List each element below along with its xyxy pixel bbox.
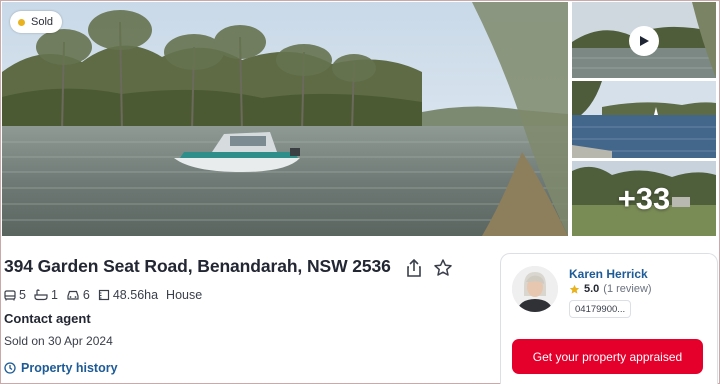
save-star-icon[interactable] bbox=[433, 258, 453, 278]
feature-land-size: 48.56ha bbox=[98, 288, 158, 302]
agent-rating: 5.0 (1 review) bbox=[569, 283, 652, 295]
gallery-thumbnail-video[interactable] bbox=[572, 2, 716, 78]
price-label: Contact agent bbox=[4, 311, 91, 326]
clock-icon bbox=[4, 362, 16, 374]
feature-bathrooms: 1 bbox=[34, 288, 58, 302]
sold-badge: Sold bbox=[10, 11, 63, 33]
property-history-label: Property history bbox=[21, 361, 118, 375]
gallery-thumbnail[interactable] bbox=[572, 81, 716, 158]
sold-status-dot bbox=[18, 18, 25, 26]
property-address: 394 Garden Seat Road, Benandarah, NSW 25… bbox=[4, 256, 391, 276]
agent-rating-score: 5.0 bbox=[584, 283, 600, 295]
property-features: 5 1 6 48.56ha House bbox=[4, 288, 210, 302]
play-icon bbox=[640, 36, 649, 46]
gallery-thumbnail-more[interactable]: +33 bbox=[572, 161, 716, 236]
property-history-link[interactable]: Property history bbox=[4, 361, 118, 375]
agent-avatar[interactable] bbox=[512, 266, 558, 312]
feature-parking: 6 bbox=[66, 288, 90, 302]
play-video-button[interactable] bbox=[629, 26, 659, 56]
land-size-value: 48.56ha bbox=[112, 288, 159, 302]
feature-property-type: House bbox=[166, 288, 202, 302]
main-photo[interactable]: Sold bbox=[2, 2, 568, 236]
agent-name[interactable]: Karen Herrick bbox=[569, 267, 648, 281]
agent-phone-button[interactable]: 04179900... bbox=[569, 300, 632, 318]
bath-icon bbox=[34, 289, 48, 301]
sold-badge-label: Sold bbox=[31, 16, 54, 28]
bed-icon bbox=[4, 290, 16, 301]
bedrooms-count: 5 bbox=[19, 288, 26, 302]
agent-card: Karen Herrick 5.0 (1 review) 04179900...… bbox=[500, 253, 718, 384]
parking-count: 6 bbox=[82, 288, 90, 302]
agent-review-count: (1 review) bbox=[603, 283, 652, 295]
get-appraisal-button[interactable]: Get your property appraised bbox=[512, 339, 703, 374]
star-filled-icon bbox=[569, 284, 580, 294]
share-icon[interactable] bbox=[404, 258, 424, 278]
property-type-label: House bbox=[166, 288, 203, 302]
land-size-icon bbox=[98, 289, 109, 301]
feature-bedrooms: 5 bbox=[4, 288, 26, 302]
extra-photos-count: +33 bbox=[617, 180, 671, 216]
car-icon bbox=[67, 290, 79, 300]
sold-date: Sold on 30 Apr 2024 bbox=[4, 334, 113, 348]
photo-gallery: Sold +33 bbox=[2, 2, 716, 236]
bathrooms-count: 1 bbox=[50, 288, 58, 302]
